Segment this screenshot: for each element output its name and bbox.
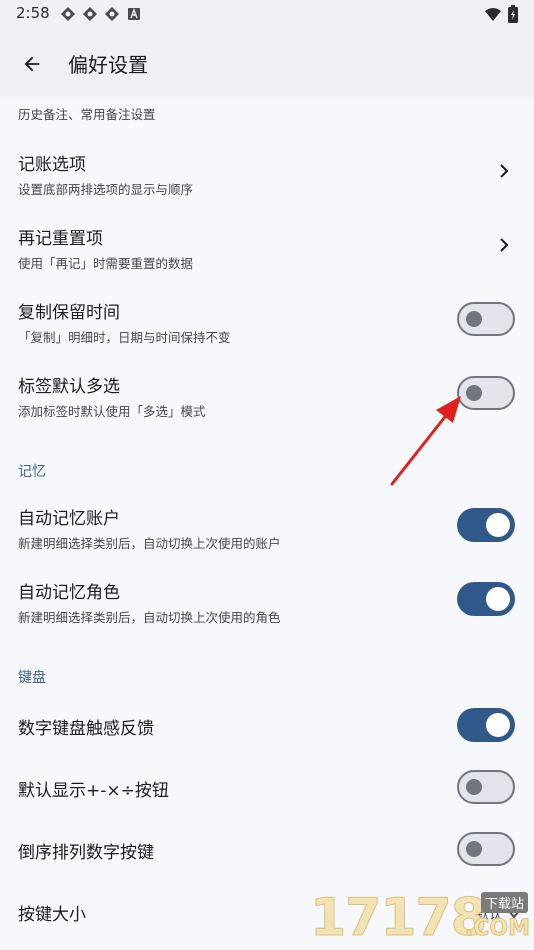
setting-subtitle: 新建明细选择类别后，自动切换上次使用的角色 bbox=[18, 610, 281, 625]
setting-item-haptic-feedback[interactable]: 数字键盘触感反馈 bbox=[0, 698, 534, 760]
remember-role-switch[interactable] bbox=[457, 582, 515, 616]
setting-subtitle: 「复制」明细时，日期与时间保持不变 bbox=[18, 330, 231, 345]
page-title: 偏好设置 bbox=[68, 53, 148, 77]
watermark-suffix: .COM bbox=[464, 916, 530, 942]
setting-title: 自动记忆账户 bbox=[18, 509, 120, 529]
switch-knob bbox=[466, 385, 482, 401]
reverse-keys-switch[interactable] bbox=[457, 832, 515, 866]
switch-knob bbox=[466, 779, 482, 795]
app-notification-icon bbox=[61, 7, 75, 21]
setting-item-remember-role[interactable]: 自动记忆角色 新建明细选择类别后，自动切换上次使用的角色 bbox=[0, 572, 534, 646]
setting-title: 默认显示+-×÷按钮 bbox=[18, 781, 169, 801]
setting-item-tag-multiselect[interactable]: 标签默认多选 添加标签时默认使用「多选」模式 bbox=[0, 366, 534, 440]
switch-knob bbox=[486, 587, 510, 611]
tag-multiselect-switch[interactable] bbox=[457, 376, 515, 410]
wifi-icon bbox=[485, 8, 501, 21]
setting-subtitle: 新建明细选择类别后，自动切换上次使用的账户 bbox=[18, 536, 281, 551]
setting-item-copy-keep-time[interactable]: 复制保留时间 「复制」明细时，日期与时间保持不变 bbox=[0, 292, 534, 366]
app-notification-icon bbox=[105, 7, 119, 21]
section-header-memory: 记忆 bbox=[18, 464, 46, 480]
setting-title: 标签默认多选 bbox=[18, 377, 120, 397]
section-header-keyboard: 键盘 bbox=[18, 670, 46, 686]
back-button[interactable] bbox=[14, 46, 50, 82]
switch-knob bbox=[486, 513, 510, 537]
setting-subtitle: 历史备注、常用备注设置 bbox=[18, 107, 156, 122]
setting-subtitle: 设置底部两排选项的显示与顺序 bbox=[18, 182, 194, 197]
arrow-back-icon bbox=[24, 56, 40, 72]
battery-icon bbox=[508, 5, 518, 23]
settings-list[interactable]: 历史备注、常用备注设置 记账选项 设置底部两排选项的显示与顺序 再记重置项 使用… bbox=[0, 98, 534, 950]
setting-item-show-operators[interactable]: 默认显示+-×÷按钮 bbox=[0, 760, 534, 822]
remember-account-switch[interactable] bbox=[457, 508, 515, 542]
watermark-text: 17178 bbox=[310, 888, 488, 949]
switch-knob bbox=[486, 713, 510, 737]
setting-subtitle: 添加标签时默认使用「多选」模式 bbox=[18, 404, 206, 419]
app-bar: 偏好设置 bbox=[0, 28, 534, 98]
status-time: 2:58 bbox=[16, 4, 50, 22]
setting-item-notes[interactable]: 历史备注、常用备注设置 bbox=[0, 98, 534, 144]
setting-subtitle: 使用「再记」时需要重置的数据 bbox=[18, 256, 194, 271]
setting-item-reverse-keys[interactable]: 倒序排列数字按键 bbox=[0, 822, 534, 884]
chevron-right-icon bbox=[500, 238, 509, 252]
chevron-right-icon bbox=[500, 164, 509, 178]
setting-title: 倒序排列数字按键 bbox=[18, 843, 154, 863]
system-status bbox=[484, 5, 518, 23]
setting-title: 自动记忆角色 bbox=[18, 583, 120, 603]
app-notification-icon bbox=[83, 7, 97, 21]
setting-item-remember-account[interactable]: 自动记忆账户 新建明细选择类别后，自动切换上次使用的账户 bbox=[0, 498, 534, 572]
watermark-logo: 17178 下载站 .COM bbox=[306, 888, 534, 950]
show-operators-switch[interactable] bbox=[457, 770, 515, 804]
switch-knob bbox=[466, 841, 482, 857]
notification-icons bbox=[60, 6, 142, 22]
setting-title: 再记重置项 bbox=[18, 229, 103, 249]
setting-title: 复制保留时间 bbox=[18, 303, 120, 323]
setting-item-entry-options[interactable]: 记账选项 设置底部两排选项的显示与顺序 bbox=[0, 144, 534, 218]
watermark-badge: 下载站 bbox=[480, 892, 528, 913]
setting-item-reset-fields[interactable]: 再记重置项 使用「再记」时需要重置的数据 bbox=[0, 218, 534, 292]
status-bar: 2:58 bbox=[0, 0, 534, 28]
setting-title: 数字键盘触感反馈 bbox=[18, 719, 154, 739]
setting-title: 记账选项 bbox=[18, 155, 86, 175]
copy-keep-time-switch[interactable] bbox=[457, 302, 515, 336]
setting-title: 按键大小 bbox=[18, 905, 86, 925]
font-a-icon bbox=[128, 8, 140, 20]
haptic-feedback-switch[interactable] bbox=[457, 708, 515, 742]
switch-knob bbox=[466, 311, 482, 327]
